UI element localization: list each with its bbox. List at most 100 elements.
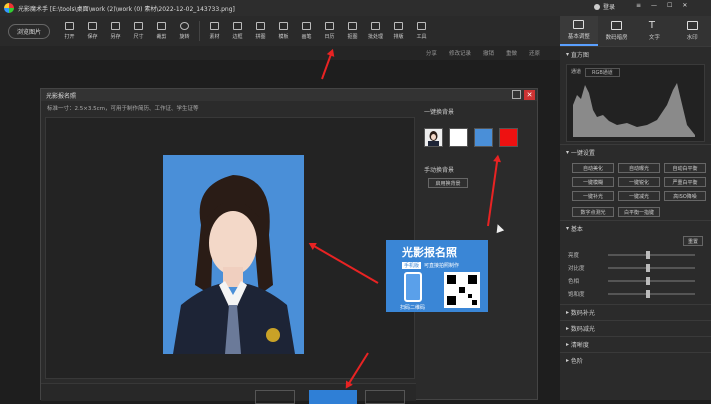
save-button[interactable]: 保存 bbox=[81, 22, 104, 40]
spot-metering-button[interactable]: 数字点测光 bbox=[572, 207, 614, 217]
crop-button[interactable]: 裁剪 bbox=[150, 22, 173, 40]
open-icon bbox=[65, 22, 74, 30]
calendar-button[interactable]: 日历 bbox=[318, 22, 341, 40]
brightness-slider[interactable]: 亮度 bbox=[560, 248, 711, 261]
size-button[interactable]: 尺寸 bbox=[127, 22, 150, 40]
slider-handle[interactable] bbox=[646, 276, 650, 285]
layout-button[interactable]: 排版 bbox=[387, 22, 410, 40]
adjust-icon bbox=[573, 20, 585, 29]
tools-button[interactable]: 工具 bbox=[410, 22, 433, 40]
collage-icon bbox=[256, 22, 265, 30]
white-balance-picker-button[interactable]: 白平衡一指键 bbox=[618, 207, 660, 217]
text-icon: T bbox=[648, 20, 655, 31]
reduce-light-button[interactable]: 一键减光 bbox=[618, 191, 660, 201]
histogram-header[interactable]: ▾ 直方图 bbox=[560, 46, 711, 62]
login-link[interactable]: 登录 bbox=[603, 2, 615, 11]
rotate-button[interactable]: 旋转 bbox=[173, 22, 196, 40]
crop-icon bbox=[157, 22, 166, 30]
brush-icon bbox=[302, 22, 311, 30]
app-logo-icon bbox=[4, 3, 14, 13]
dialog-close-icon[interactable]: ✕ bbox=[524, 90, 535, 100]
promo-title: 光影报名照 bbox=[402, 246, 457, 259]
reset-adjust-button[interactable]: 重置 bbox=[683, 236, 703, 246]
footer-confirm-button[interactable] bbox=[309, 390, 357, 404]
id-photo bbox=[163, 155, 304, 354]
oneclick-buttons: 自动美化 自动曝光 自动白平衡 一键模糊 一键锐化 严重白平衡 一键补光 一键减… bbox=[560, 160, 711, 204]
template-button[interactable]: 模板 bbox=[272, 22, 295, 40]
tab-darkroom[interactable]: 数码暗房 bbox=[598, 16, 636, 46]
bg-white-swatch[interactable] bbox=[449, 128, 468, 147]
section-fill-light[interactable]: ▸ 数码补光 bbox=[560, 304, 711, 320]
tools-icon bbox=[417, 22, 426, 30]
open-button[interactable]: 打开 bbox=[58, 22, 81, 40]
collage-button[interactable]: 拼图 bbox=[249, 22, 272, 40]
reset-button[interactable]: 还原 bbox=[529, 49, 540, 57]
history-button[interactable]: 修改记录 bbox=[449, 49, 471, 57]
template-icon bbox=[279, 22, 288, 30]
resize-icon bbox=[134, 22, 143, 30]
material-button[interactable]: 素材 bbox=[203, 22, 226, 40]
layout-icon bbox=[394, 22, 403, 30]
menu-icon[interactable]: ≡ bbox=[636, 2, 641, 9]
brush-button[interactable]: 画笔 bbox=[295, 22, 318, 40]
qr-code-icon bbox=[444, 272, 480, 308]
cutout-icon bbox=[348, 22, 357, 30]
footer-button-3[interactable] bbox=[365, 390, 405, 404]
camera-icon bbox=[611, 21, 623, 30]
tab-text[interactable]: T 文字 bbox=[636, 16, 674, 46]
watermark-icon bbox=[686, 21, 698, 30]
tab-basic-adjust[interactable]: 基本调整 bbox=[560, 16, 598, 46]
redo-button[interactable]: 重做 bbox=[506, 49, 517, 57]
section-clarity[interactable]: ▸ 清晰度 bbox=[560, 336, 711, 352]
slider-handle[interactable] bbox=[646, 289, 650, 298]
rotate-icon bbox=[180, 22, 189, 30]
oneclick-header[interactable]: ▾ 一键设置 bbox=[560, 144, 711, 160]
cutout-button[interactable]: 抠图 bbox=[341, 22, 364, 40]
contrast-slider[interactable]: 对比度 bbox=[560, 261, 711, 274]
severe-white-balance-button[interactable]: 严重白平衡 bbox=[664, 177, 706, 187]
close-icon[interactable]: ✕ bbox=[682, 2, 687, 9]
fill-light-button[interactable]: 一键补光 bbox=[572, 191, 614, 201]
bg-swatches bbox=[418, 120, 536, 155]
border-icon bbox=[233, 22, 242, 30]
bg-red-swatch[interactable] bbox=[499, 128, 518, 147]
login-area[interactable]: 登录 bbox=[594, 2, 615, 11]
promo-subtitle: 可直接拍照制作 bbox=[424, 263, 460, 269]
section-levels[interactable]: ▸ 色阶 bbox=[560, 352, 711, 368]
share-button[interactable]: 分享 bbox=[426, 49, 437, 57]
footer-button-1[interactable] bbox=[255, 390, 295, 404]
dialog-restore-icon[interactable] bbox=[512, 90, 521, 99]
maximize-icon[interactable]: ☐ bbox=[667, 2, 672, 9]
iso-denoise-button[interactable]: 高ISO降噪 bbox=[664, 191, 706, 201]
size-info: 标准一寸：2.5×3.5cm，可用于制作简历、工作证、学生证等 bbox=[47, 106, 199, 112]
browse-button[interactable]: 浏览图片 bbox=[8, 23, 50, 39]
minimize-icon[interactable]: — bbox=[651, 2, 657, 9]
manual-bg-button[interactable]: 启用换背景 bbox=[428, 178, 468, 188]
promo-banner[interactable]: 光影报名照 手机版 可直接拍照制作 扫码二维码 bbox=[386, 240, 488, 312]
save-as-button[interactable]: 另存 bbox=[104, 22, 127, 40]
dialog-titlebar: 光影报名照 ✕ bbox=[41, 89, 537, 101]
bg-blue-swatch[interactable] bbox=[474, 128, 493, 147]
border-button[interactable]: 边框 bbox=[226, 22, 249, 40]
blur-button[interactable]: 一键模糊 bbox=[572, 177, 614, 187]
tab-watermark[interactable]: 水印 bbox=[673, 16, 711, 46]
save-icon bbox=[88, 22, 97, 30]
promo-scan-text: 扫码二维码 bbox=[400, 305, 426, 311]
batch-button[interactable]: 批处理 bbox=[364, 22, 387, 40]
saturation-slider[interactable]: 饱和度 bbox=[560, 287, 711, 300]
hue-slider[interactable]: 色相 bbox=[560, 274, 711, 287]
promo-badge: 手机版 bbox=[402, 262, 422, 269]
auto-white-balance-button[interactable]: 自动白平衡 bbox=[664, 163, 706, 173]
photo-canvas bbox=[45, 117, 415, 379]
original-photo-thumb[interactable] bbox=[424, 128, 443, 147]
basic-header[interactable]: ▾ 基本 bbox=[560, 220, 711, 236]
slider-handle[interactable] bbox=[646, 250, 650, 259]
auto-exposure-button[interactable]: 自动曝光 bbox=[618, 163, 660, 173]
sharpen-button[interactable]: 一键锐化 bbox=[618, 177, 660, 187]
section-reduce-light[interactable]: ▸ 数码减光 bbox=[560, 320, 711, 336]
manual-bg-label: 手动换背景 bbox=[424, 167, 455, 174]
slider-handle[interactable] bbox=[646, 263, 650, 272]
sub-toolbar: 分享 修改记录 撤销 重做 还原 bbox=[0, 46, 560, 60]
auto-beautify-button[interactable]: 自动美化 bbox=[572, 163, 614, 173]
undo-button[interactable]: 撤销 bbox=[483, 49, 494, 57]
